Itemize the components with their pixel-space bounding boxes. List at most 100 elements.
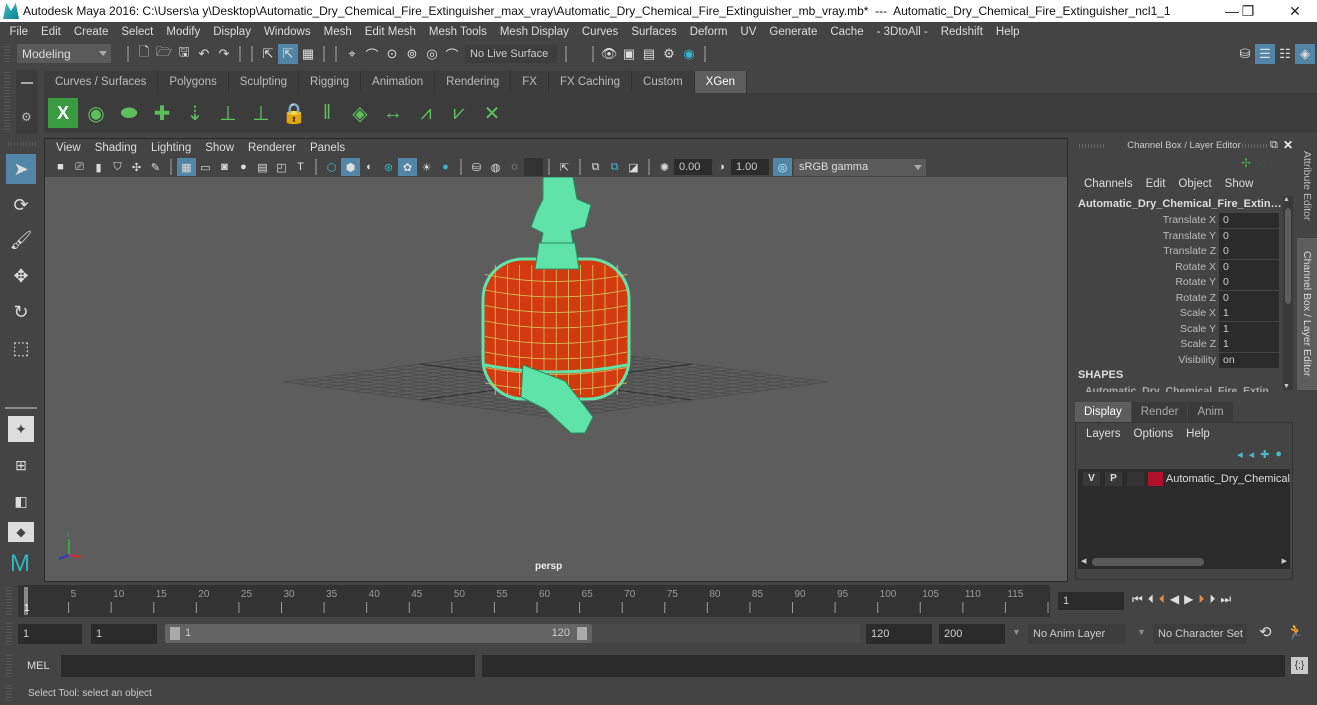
xgen-delete-guide-icon[interactable]: ✕ <box>477 98 507 128</box>
select-camera-icon[interactable]: ■ <box>51 158 70 176</box>
shelf-tab-fx-caching[interactable]: FX Caching <box>548 71 633 93</box>
select-component-icon[interactable]: ▦ <box>298 44 318 64</box>
select-hierarchy-icon[interactable]: ⇱ <box>258 44 278 64</box>
mel-input[interactable] <box>61 655 475 677</box>
rotate-tool-icon[interactable]: ↻ <box>6 297 36 327</box>
layer-horizontal-scrollbar[interactable]: ◀ ▶ <box>1078 557 1290 567</box>
mode-dropdown[interactable]: Modeling <box>17 44 111 63</box>
live-surface-icon[interactable]: ⌒ <box>442 44 462 64</box>
close-panel-icon[interactable]: ✕ <box>1283 138 1293 152</box>
channel-value[interactable]: 0 <box>1219 228 1279 244</box>
playback-start-field[interactable]: 1 <box>91 624 157 644</box>
shelf-tab-sculpting[interactable]: Sculpting <box>228 71 300 93</box>
xgen-grid-icon[interactable]: ◈ <box>345 98 375 128</box>
mel-label[interactable]: MEL <box>27 660 50 672</box>
channel-label[interactable]: Visibility <box>1071 353 1219 368</box>
resolution-gate-icon[interactable]: ◙ <box>215 158 234 176</box>
viewport-menu-view[interactable]: View <box>49 142 88 154</box>
layer-playback-toggle[interactable]: P <box>1104 472 1122 486</box>
step-forward-frame-icon[interactable]: ⏵ <box>1209 592 1215 607</box>
channel-label[interactable]: Translate Y <box>1071 229 1219 244</box>
play-backwards-icon[interactable]: ◀ <box>1170 592 1179 607</box>
layer-color-swatch[interactable] <box>1147 472 1163 486</box>
float-panel-icon[interactable]: ⧉ <box>1270 139 1278 152</box>
viewport-menu-shading[interactable]: Shading <box>88 142 144 154</box>
camera-attributes-icon[interactable]: ⎚ <box>70 158 89 176</box>
playback-end-field[interactable]: 120 <box>866 624 932 644</box>
tool-settings-icon[interactable]: ☷ <box>1275 44 1295 64</box>
xgen-sculpt-guide-icon[interactable]: ⊥ <box>246 98 276 128</box>
save-scene-icon[interactable]: 🖫 <box>174 44 194 64</box>
render-view-icon[interactable]: 👁 <box>599 44 619 64</box>
menu-mesh[interactable]: Mesh <box>317 26 358 38</box>
range-end-handle[interactable] <box>577 627 587 640</box>
scrollbar-thumb[interactable] <box>1285 208 1291 304</box>
shelf-tab-polygons[interactable]: Polygons <box>158 71 229 93</box>
xgen-normalize-icon[interactable]: ⩗ <box>444 98 474 128</box>
menu-select[interactable]: Select <box>115 26 160 38</box>
color-management-icon[interactable]: ◎ <box>773 158 792 176</box>
channel-value[interactable]: 0 <box>1219 275 1279 290</box>
viewport-menu-renderer[interactable]: Renderer <box>241 142 303 154</box>
anti-aliasing-icon[interactable]: ◌ <box>505 158 524 176</box>
layer-name[interactable]: Automatic_Dry_Chemical <box>1166 473 1290 485</box>
scrollbar-thumb[interactable] <box>1092 558 1204 566</box>
channel-label[interactable]: Scale X <box>1071 306 1219 321</box>
viewport-menu-show[interactable]: Show <box>198 142 241 154</box>
grip-handle[interactable] <box>6 623 12 645</box>
animation-end-field[interactable]: 200 <box>939 624 1005 644</box>
snap-curve-icon[interactable]: ⌒ <box>362 44 382 64</box>
shelf-grip-handle[interactable] <box>4 72 10 132</box>
layer-menu-layers[interactable]: Layers <box>1086 428 1134 440</box>
scroll-down-icon[interactable]: ▼ <box>1283 383 1290 390</box>
snap-point-icon[interactable]: ⊙ <box>382 44 402 64</box>
textured-icon[interactable]: ✿ <box>398 158 417 176</box>
shelf-tab-fx[interactable]: FX <box>511 71 549 93</box>
bookmark-icon[interactable]: ▮ <box>89 158 108 176</box>
image-plane-icon[interactable]: ⛉ <box>108 158 127 176</box>
channel-box-menu-show[interactable]: Show <box>1225 178 1267 190</box>
isolate-select-icon[interactable]: ⇱ <box>555 158 574 176</box>
render-frame-icon[interactable]: ▣ <box>619 44 639 64</box>
move-tool-icon[interactable]: ✥ <box>6 261 36 291</box>
smooth-shade-icon[interactable]: ⬢ <box>341 158 360 176</box>
snap-surface-icon[interactable]: ◎ <box>422 44 442 64</box>
shelf-tab-xgen[interactable]: XGen <box>694 71 748 93</box>
menu-cache[interactable]: Cache <box>824 26 870 38</box>
script-editor-icon[interactable]: {;} <box>1291 657 1308 674</box>
ambient-occlusion-icon[interactable]: ⛁ <box>467 158 486 176</box>
channel-box-menu-object[interactable]: Object <box>1178 178 1224 190</box>
xgen-add-guide-icon[interactable]: ⊥ <box>213 98 243 128</box>
layer-menu-help[interactable]: Help <box>1186 428 1223 440</box>
create-empty-layer-icon[interactable]: ✚ <box>1260 448 1269 461</box>
outliner-layout-icon[interactable]: ◧ <box>8 488 34 514</box>
shadows-icon[interactable]: ● <box>436 158 455 176</box>
channel-value[interactable]: 0 <box>1219 259 1279 275</box>
grip-handle[interactable] <box>6 685 12 703</box>
new-scene-icon[interactable]: 🗋 <box>134 44 154 64</box>
menu-create[interactable]: Create <box>67 26 115 38</box>
scroll-left-icon[interactable]: ◀ <box>1081 557 1086 565</box>
shelf-tab-rendering[interactable]: Rendering <box>435 71 512 93</box>
restore-button[interactable]: ❐ <box>1228 0 1268 22</box>
render-settings-icon[interactable]: ⚙ <box>659 44 679 64</box>
menu-file[interactable]: File <box>3 26 35 38</box>
shelf-tab-curves-surfaces[interactable]: Curves / Surfaces <box>44 71 159 93</box>
channel-row[interactable]: Translate Z0 <box>1071 244 1281 259</box>
xray-joints-icon[interactable]: ⧉ <box>605 158 624 176</box>
character-set-chevron-icon[interactable]: ▼ <box>1137 627 1146 637</box>
menu-help[interactable]: Help <box>989 26 1026 38</box>
2d-pan-zoom-icon[interactable]: ✣ <box>127 158 146 176</box>
menu-3dtoall[interactable]: - 3DtoAll - <box>870 26 934 38</box>
gate-mask-icon[interactable]: ● <box>234 158 253 176</box>
channel-label[interactable]: Scale Z <box>1071 337 1219 352</box>
character-set-dropdown[interactable]: No Character Set <box>1153 624 1247 644</box>
lasso-tool-icon[interactable]: ⟳ <box>6 190 36 220</box>
channel-value[interactable]: 0 <box>1219 213 1279 228</box>
menu-mesh-tools[interactable]: Mesh Tools <box>422 26 493 38</box>
viewport-persp[interactable]: View Shading Lighting Show Renderer Panels ■ … <box>44 138 1068 582</box>
xray-icon[interactable]: ⧉ <box>586 158 605 176</box>
create-layer-from-selected-icon[interactable]: ● <box>1275 448 1282 461</box>
step-forward-key-icon[interactable]: ⏵ <box>1198 592 1204 607</box>
menu-generate[interactable]: Generate <box>763 26 824 38</box>
